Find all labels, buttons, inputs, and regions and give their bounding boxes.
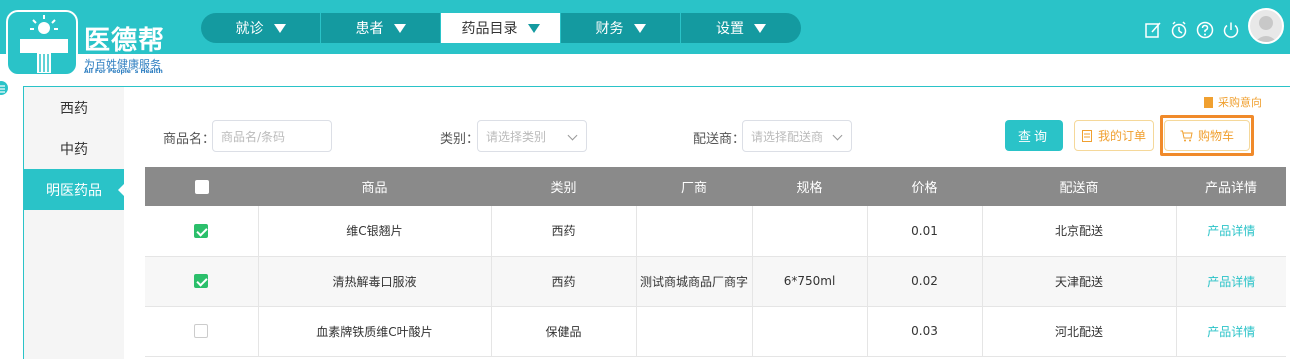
manufacturer-cell xyxy=(635,206,752,257)
column-header: 配送商 xyxy=(982,167,1176,206)
sidebar-item-label: 西药 xyxy=(60,100,88,117)
row-checkbox[interactable] xyxy=(194,274,209,289)
sidebar-item-chinese-medicine[interactable]: 中药 xyxy=(24,128,124,169)
chevron-down-icon xyxy=(567,130,578,141)
orders-icon xyxy=(1081,129,1092,142)
sidebar-item-western-medicine[interactable]: 西药 xyxy=(24,87,124,128)
table-row: 维C银翘片 西药 0.01 北京配送 产品详情 xyxy=(145,206,1286,257)
distributor-placeholder: 请选择配送商 xyxy=(751,129,824,144)
product-table: 商品 类别 厂商 规格 价格 配送商 产品详情 维C银翘片 西药 0.01 北京… xyxy=(145,167,1286,357)
power-icon[interactable] xyxy=(1222,21,1240,43)
detail-cell: 产品详情 xyxy=(1175,256,1286,307)
spec-cell xyxy=(751,306,867,357)
nav-item-drug-catalog[interactable]: 药品目录 xyxy=(441,13,561,43)
nav-label: 财务 xyxy=(595,21,624,37)
product-detail-link[interactable]: 产品详情 xyxy=(1207,224,1255,238)
table-header-row: 商品 类别 厂商 规格 价格 配送商 产品详情 xyxy=(145,167,1286,206)
detail-cell: 产品详情 xyxy=(1175,206,1286,257)
category-select[interactable]: 请选择类别 xyxy=(477,120,587,152)
top-header: 医德帮 就诊 患者 药品目录 财务 设置 xyxy=(0,0,1290,76)
nav-label: 药品目录 xyxy=(461,21,518,37)
column-header: 厂商 xyxy=(636,167,752,206)
product-cell: 维C银翘片 xyxy=(257,206,491,257)
spec-cell: 6*750ml xyxy=(751,256,867,307)
product-name-label: 商品名： xyxy=(163,132,216,147)
category-cell: 西药 xyxy=(490,256,636,307)
product-cell: 血素牌铁质维C叶酸片 xyxy=(257,306,491,357)
product-cell: 清热解毒口服液 xyxy=(257,256,491,307)
column-header: 产品详情 xyxy=(1176,167,1286,206)
product-detail-link[interactable]: 产品详情 xyxy=(1207,275,1255,289)
select-cell xyxy=(145,206,258,257)
chevron-down-icon xyxy=(832,130,843,141)
caret-down-icon xyxy=(273,23,286,33)
row-checkbox[interactable] xyxy=(194,224,209,238)
nav-item-visits[interactable]: 就诊 xyxy=(201,13,321,43)
file-icon xyxy=(1204,96,1213,108)
nav-item-settings[interactable]: 设置 xyxy=(681,13,801,43)
logo-icon xyxy=(6,10,78,76)
distributor-cell: 天津配送 xyxy=(981,256,1176,307)
price-cell: 0.01 xyxy=(866,206,982,257)
header-icons xyxy=(1144,8,1284,44)
product-detail-link[interactable]: 产品详情 xyxy=(1207,325,1255,339)
category-placeholder: 请选择类别 xyxy=(486,129,547,144)
menu-toggle-icon[interactable] xyxy=(0,81,8,95)
category-label: 类别： xyxy=(440,132,480,147)
user-avatar[interactable] xyxy=(1248,8,1284,44)
column-header: 价格 xyxy=(867,167,982,206)
nav-label: 就诊 xyxy=(235,21,264,37)
category-cell: 保健品 xyxy=(490,306,636,357)
help-icon[interactable] xyxy=(1196,21,1214,43)
caret-down-icon xyxy=(633,23,646,33)
select-all-checkbox[interactable] xyxy=(194,179,209,194)
nav-label: 患者 xyxy=(355,21,384,37)
manufacturer-cell xyxy=(635,306,752,357)
detail-cell: 产品详情 xyxy=(1175,306,1286,357)
nav-item-patients[interactable]: 患者 xyxy=(321,13,441,43)
sidebar: 西药 中药 明医药品 xyxy=(24,87,124,359)
my-orders-label: 我的订单 xyxy=(1097,129,1146,143)
my-orders-button[interactable]: 我的订单 xyxy=(1074,120,1154,151)
price-cell: 0.03 xyxy=(866,306,982,357)
caret-down-icon xyxy=(393,23,406,33)
bell-icon[interactable] xyxy=(1170,21,1188,43)
spec-cell xyxy=(751,206,867,257)
cart-highlight-box xyxy=(1160,115,1254,156)
sidebar-item-label: 明医药品 xyxy=(46,182,102,199)
table-row: 血素牌铁质维C叶酸片 保健品 0.03 河北配送 产品详情 xyxy=(145,306,1286,357)
top-nav: 就诊 患者 药品目录 财务 设置 xyxy=(201,13,801,43)
select-all-cell xyxy=(145,167,258,206)
caret-down-icon xyxy=(527,23,540,33)
distributor-label: 配送商： xyxy=(693,132,746,147)
purchase-intent-link[interactable]: 采购意向 xyxy=(1204,94,1262,110)
distributor-select[interactable]: 请选择配送商 xyxy=(742,120,852,152)
category-cell: 西药 xyxy=(490,206,636,257)
edit-icon[interactable] xyxy=(1144,21,1162,43)
brand-title: 医德帮 xyxy=(84,26,166,56)
column-header: 规格 xyxy=(752,167,867,206)
sidebar-item-mingyi-drugs[interactable]: 明医药品 xyxy=(24,169,124,210)
query-button[interactable]: 查询 xyxy=(1005,120,1063,151)
manufacturer-cell: 测试商城商品厂商字 xyxy=(635,256,752,307)
distributor-cell: 北京配送 xyxy=(981,206,1176,257)
column-header: 商品 xyxy=(258,167,491,206)
nav-item-finance[interactable]: 财务 xyxy=(561,13,681,43)
table-row: 清热解毒口服液 西药 测试商城商品厂商字 6*750ml 0.02 天津配送 产… xyxy=(145,256,1286,307)
column-header: 类别 xyxy=(491,167,636,206)
product-name-input[interactable]: 商品名/条码 xyxy=(212,120,332,152)
nav-label: 设置 xyxy=(716,21,744,37)
select-cell xyxy=(145,256,258,307)
caret-down-icon xyxy=(754,23,766,33)
sidebar-item-label: 中药 xyxy=(60,141,88,158)
purchase-intent-label: 采购意向 xyxy=(1218,96,1262,109)
row-checkbox[interactable] xyxy=(194,324,209,339)
product-name-placeholder: 商品名/条码 xyxy=(221,129,286,144)
distributor-cell: 河北配送 xyxy=(981,306,1176,357)
brand-english-slogan: All For People' s Health xyxy=(84,68,163,75)
select-cell xyxy=(145,306,258,357)
price-cell: 0.02 xyxy=(866,256,982,307)
